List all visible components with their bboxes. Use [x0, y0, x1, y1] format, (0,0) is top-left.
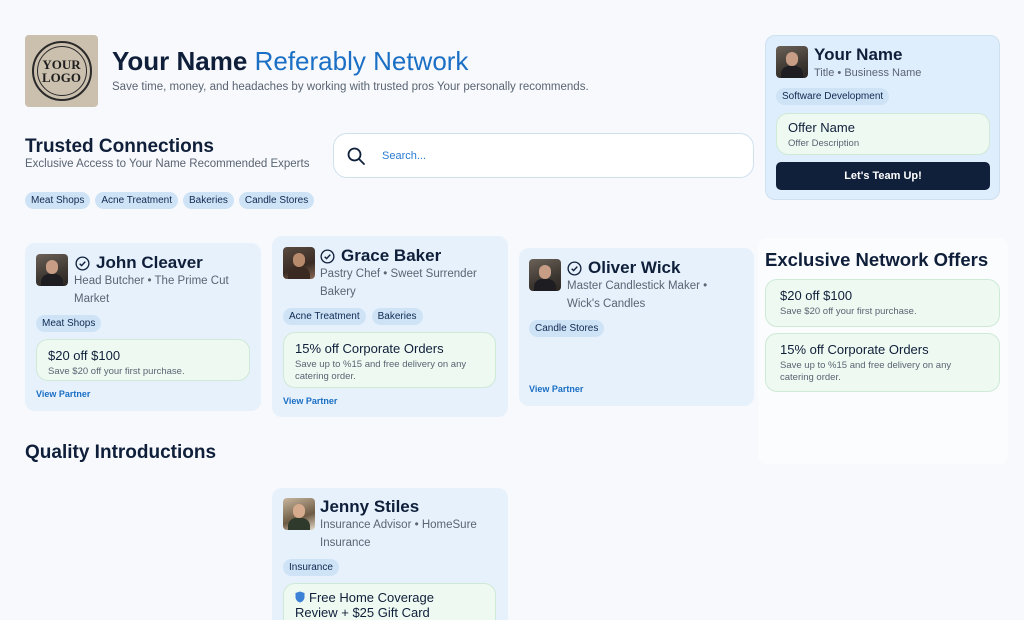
quality-introductions-heading: Quality Introductions	[25, 442, 217, 463]
filter-chip-meat-shops[interactable]: Meat Shops	[25, 192, 91, 209]
filter-chip-bakeries[interactable]: Bakeries	[182, 192, 234, 209]
search-bar[interactable]	[333, 133, 754, 178]
offer-description: Save up to %15 and free delivery on any c…	[295, 359, 467, 382]
partner-role: Pastry Chef • Sweet Surrender Bakery	[320, 268, 477, 298]
trusted-connections-subtitle: Exclusive Access to Your Name Recommende…	[25, 158, 310, 170]
partner-card-grace-baker[interactable]: Grace Baker Pastry Chef • Sweet Surrende…	[272, 236, 508, 417]
partner-card-john-cleaver[interactable]: John Cleaver Head Butcher • The Prime Cu…	[25, 243, 261, 411]
partner-card-jenny-stiles[interactable]: Jenny Stiles Insurance Advisor • HomeSur…	[272, 488, 508, 620]
partner-tag[interactable]: Acne Treatment	[283, 308, 366, 325]
offer-description: Save $20 off your first purchase.	[48, 366, 185, 377]
network-offer-item[interactable]: 15% off Corporate Orders Save up to %15 …	[765, 333, 1000, 392]
offer-title: Offer Name	[788, 120, 855, 135]
partner-name: John Cleaver	[96, 253, 203, 272]
partner-role: Insurance Advisor • HomeSure Insurance	[320, 519, 477, 549]
search-icon	[347, 147, 365, 165]
filter-chip-acne-treatment[interactable]: Acne Treatment	[95, 192, 178, 209]
network-offers-heading: Exclusive Network Offers	[765, 249, 989, 270]
search-input[interactable]	[382, 149, 524, 162]
offer-description: Offer Description	[788, 138, 860, 149]
partner-role: Head Butcher • The Prime Cut Market	[74, 275, 229, 305]
profile-card: Your Name Title • Business Name Software…	[765, 35, 1000, 200]
offer-title: $20 off $100	[48, 348, 121, 363]
verified-check-icon	[75, 255, 90, 271]
partner-offer[interactable]: 15% off Corporate Orders Save up to %15 …	[283, 332, 496, 388]
profile-title: Title • Business Name	[814, 67, 922, 79]
partner-name: Oliver Wick	[588, 258, 681, 277]
view-partner-link[interactable]: View Partner	[529, 384, 583, 394]
partner-offer[interactable]: Free Home Coverage Review + $25 Gift Car…	[283, 583, 496, 620]
profile-name: Your Name	[814, 45, 903, 64]
partner-tag[interactable]: Candle Stores	[529, 320, 605, 337]
profile-tag[interactable]: Software Development	[776, 88, 890, 105]
page-title-prefix: Your Name	[112, 46, 248, 76]
view-partner-link[interactable]: View Partner	[283, 396, 337, 406]
profile-offer[interactable]: Offer Name Offer Description	[776, 113, 990, 155]
avatar	[283, 498, 315, 530]
partner-tag[interactable]: Bakeries	[371, 308, 423, 325]
verified-check-icon	[320, 248, 335, 264]
offer-title: 15% off Corporate Orders	[295, 341, 444, 356]
offer-title: 15% off Corporate Orders	[780, 342, 929, 357]
partner-card-oliver-wick[interactable]: Oliver Wick Master Candlestick Maker • Wi…	[519, 248, 754, 406]
partner-tag[interactable]: Insurance	[283, 559, 339, 576]
page-title: Your Name Referably Network	[112, 46, 468, 77]
trusted-connections-heading: Trusted Connections	[25, 136, 214, 157]
partner-name: Jenny Stiles	[320, 497, 420, 516]
partner-role: Master Candlestick Maker • Wick's Candles	[567, 280, 708, 310]
network-offer-item[interactable]: $20 off $100 Save $20 off your first pur…	[765, 279, 1000, 327]
avatar	[529, 259, 561, 291]
partner-name: Grace Baker	[341, 246, 442, 265]
offer-description: Save $20 off your first purchase.	[780, 306, 917, 317]
avatar	[36, 254, 68, 286]
filter-chip-candle-stores[interactable]: Candle Stores	[238, 192, 315, 209]
offer-description: Save up to %15 and free delivery on any c…	[780, 360, 952, 383]
page-title-accent: Referably Network	[254, 46, 469, 76]
company-logo: YOUR LOGO	[25, 35, 98, 107]
logo-seal: YOUR LOGO	[31, 41, 92, 101]
profile-avatar	[776, 46, 808, 78]
view-partner-link[interactable]: View Partner	[36, 389, 90, 399]
category-filters: Meat Shops Acne Treatment Bakeries Candl…	[25, 192, 315, 209]
partner-offer[interactable]: $20 off $100 Save $20 off your first pur…	[36, 339, 250, 381]
avatar	[283, 247, 315, 279]
shield-icon	[295, 591, 305, 603]
offer-title: Free Home Coverage Review + $25 Gift Car…	[295, 590, 434, 620]
verified-check-icon	[567, 260, 582, 276]
page-subtitle: Save time, money, and headaches by worki…	[112, 81, 589, 93]
offer-title: $20 off $100	[780, 288, 853, 303]
lets-team-up-button[interactable]: Let's Team Up!	[776, 162, 990, 190]
partner-tag[interactable]: Meat Shops	[36, 315, 102, 332]
